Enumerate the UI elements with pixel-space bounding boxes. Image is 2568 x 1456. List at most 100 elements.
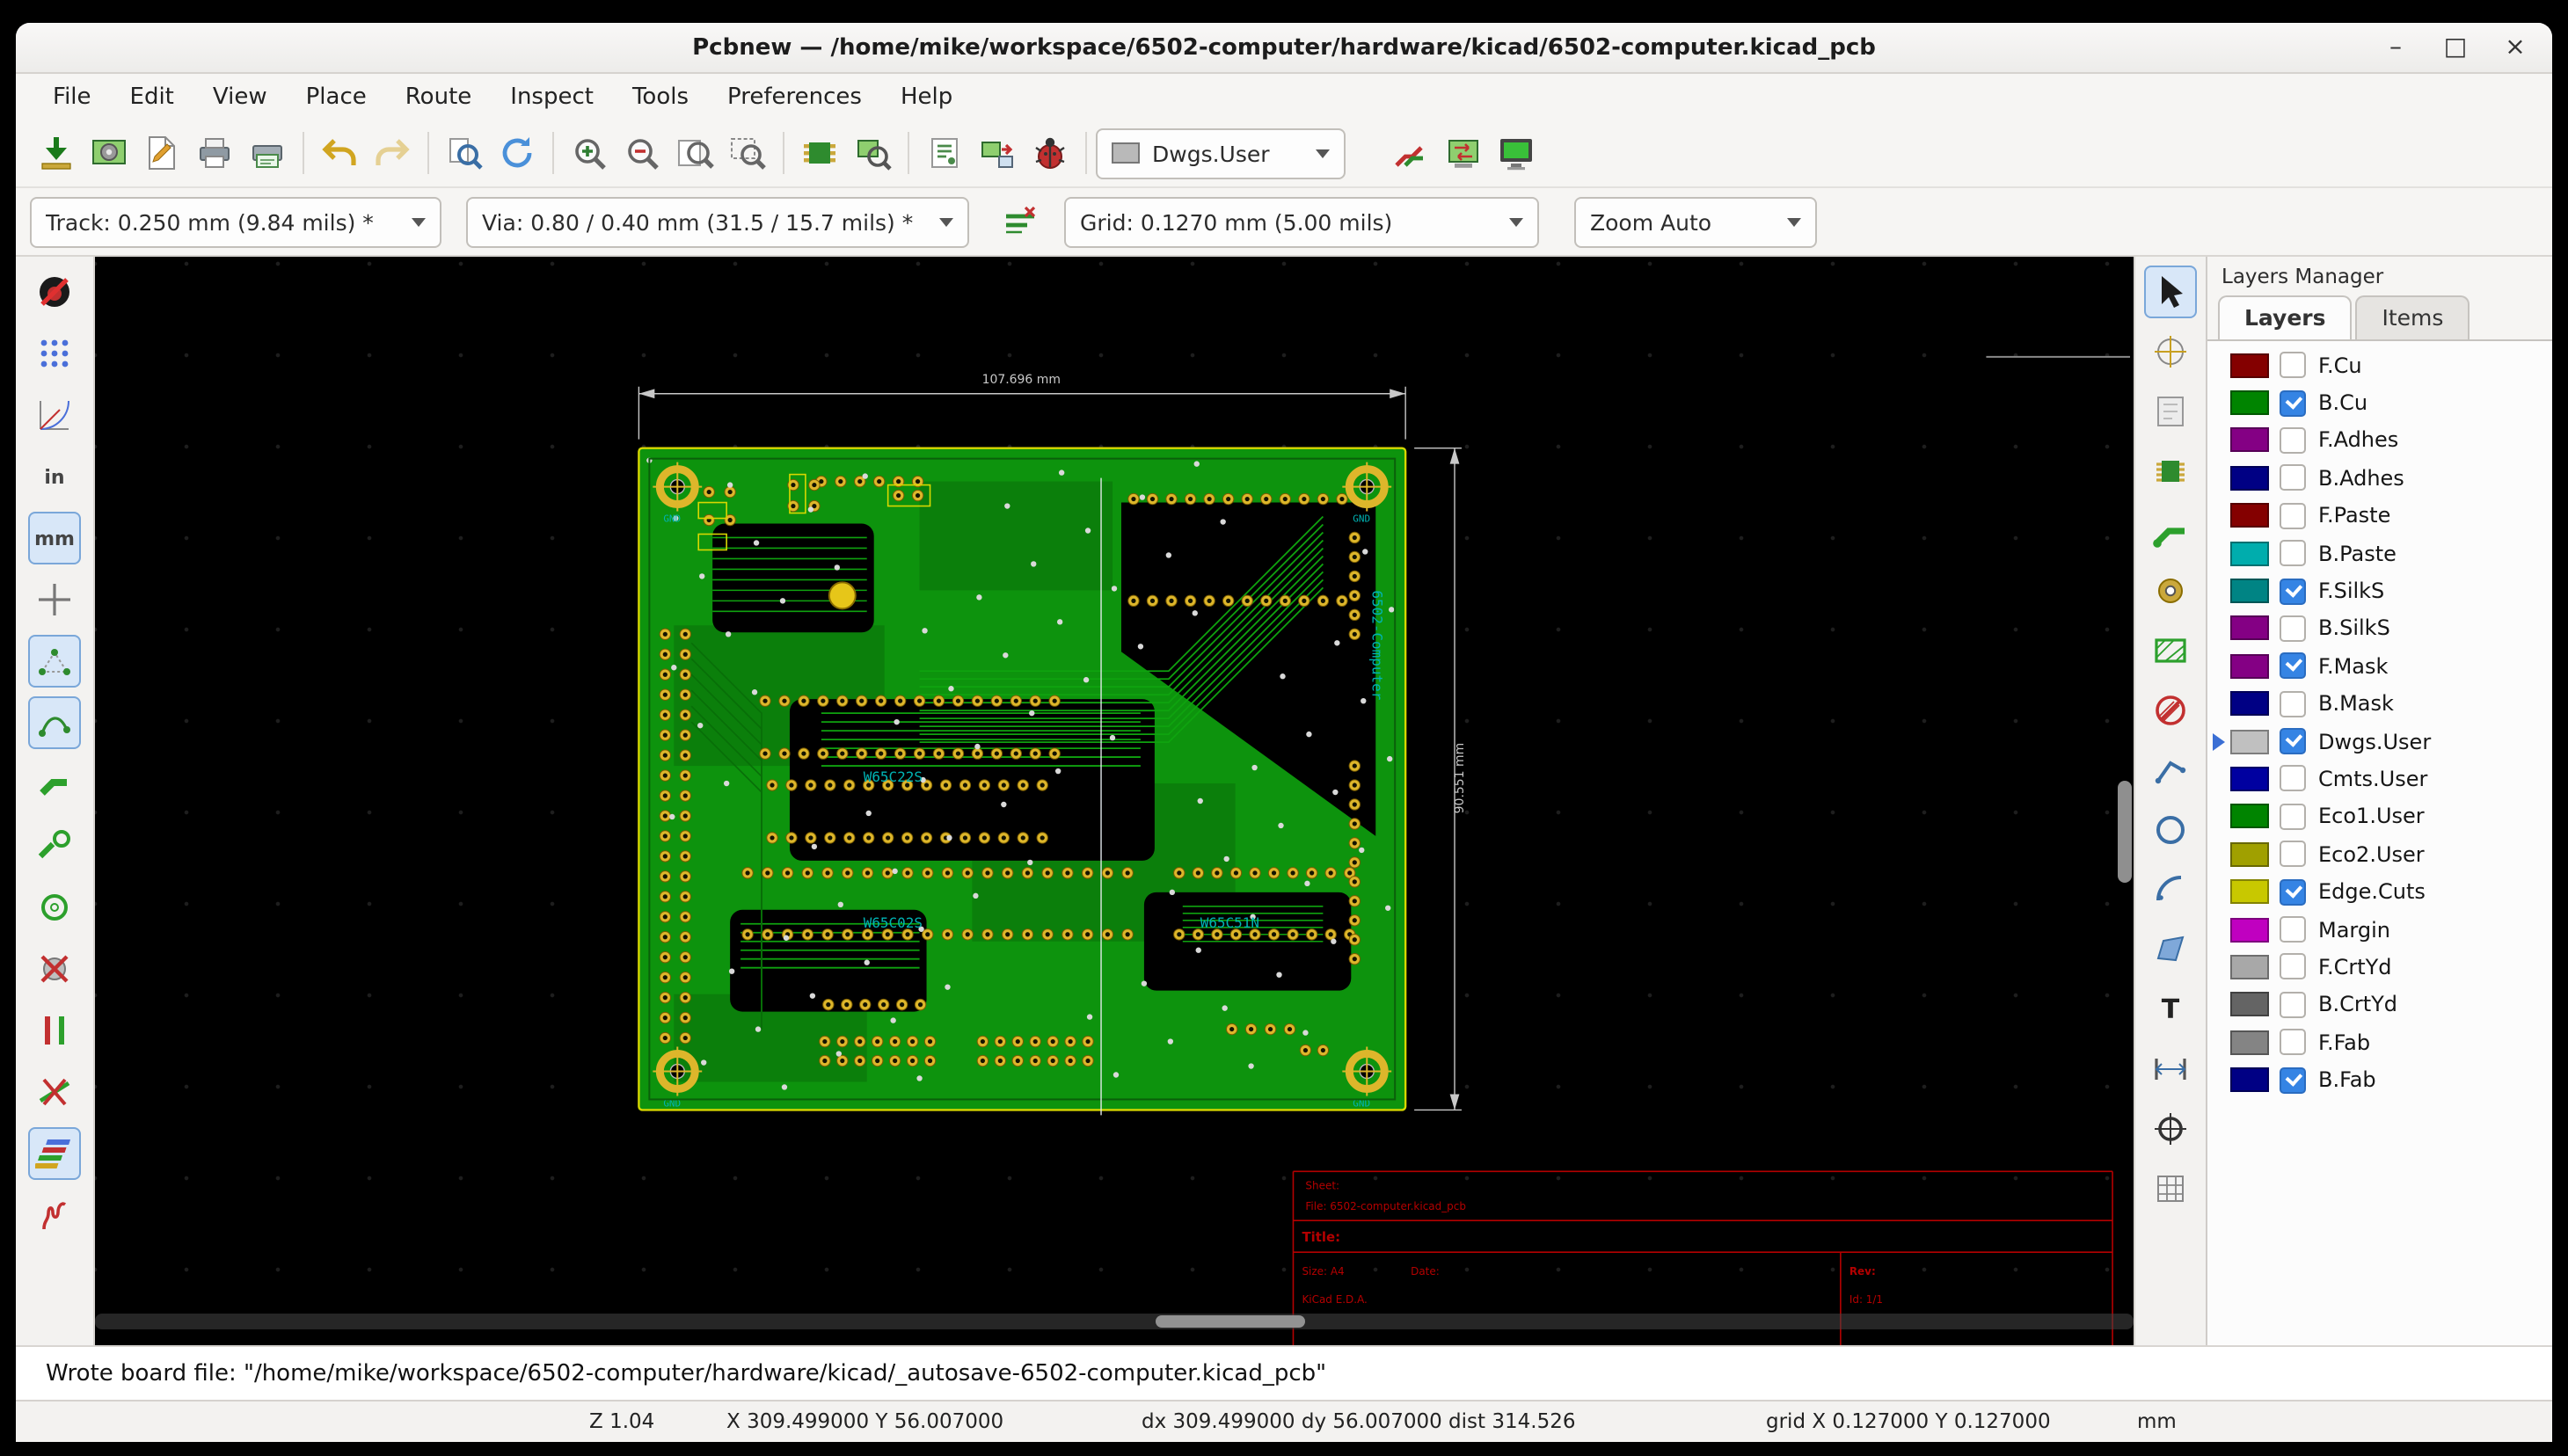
- menu-tools[interactable]: Tools: [613, 78, 708, 115]
- layer-color-swatch[interactable]: [2230, 955, 2269, 979]
- zoom-select[interactable]: Zoom Auto: [1574, 196, 1817, 247]
- sketch-pads-icon[interactable]: [28, 881, 81, 934]
- vertical-scrollbar-thumb[interactable]: [2118, 781, 2132, 883]
- layer-visibility-checkbox[interactable]: [2280, 1067, 2306, 1093]
- layer-row-Dwgs.User[interactable]: Dwgs.User: [2207, 723, 2552, 761]
- zone-outline-icon[interactable]: [28, 819, 81, 872]
- layer-color-swatch[interactable]: [2230, 917, 2269, 942]
- add-zone-icon[interactable]: [2144, 624, 2197, 677]
- title-bar[interactable]: Pcbnew — /home/mike/workspace/6502-compu…: [16, 23, 2552, 74]
- menu-inspect[interactable]: Inspect: [491, 78, 613, 115]
- layer-row-Cmts.User[interactable]: Cmts.User: [2207, 761, 2552, 798]
- local-ratsnest-icon[interactable]: [2144, 385, 2197, 438]
- netlist-icon[interactable]: [918, 127, 971, 179]
- layer-color-swatch[interactable]: [2230, 616, 2269, 641]
- layer-row-F.Mask[interactable]: F.Mask: [2207, 647, 2552, 685]
- layer-visibility-checkbox[interactable]: [2280, 653, 2306, 680]
- layer-color-swatch[interactable]: [2230, 541, 2269, 565]
- layer-visibility-checkbox[interactable]: [2280, 427, 2306, 454]
- layer-color-swatch[interactable]: [2230, 353, 2269, 377]
- layer-visibility-checkbox[interactable]: [2280, 578, 2306, 604]
- layer-row-B.Mask[interactable]: B.Mask: [2207, 685, 2552, 723]
- layer-visibility-checkbox[interactable]: [2280, 728, 2306, 754]
- route-tracks-icon[interactable]: [2144, 505, 2197, 557]
- measure-tool-icon[interactable]: [2144, 1162, 2197, 1215]
- layer-row-B.Cu[interactable]: B.Cu: [2207, 384, 2552, 422]
- add-footprint-icon[interactable]: [2144, 445, 2197, 498]
- zoom-selection-icon[interactable]: [721, 127, 774, 179]
- show-ratsnest-icon[interactable]: [28, 635, 81, 688]
- cut-tracks-icon[interactable]: [28, 1066, 81, 1118]
- menu-file[interactable]: File: [33, 78, 111, 115]
- highlight-net-icon[interactable]: [2144, 325, 2197, 378]
- vertical-scrollbar[interactable]: [2118, 257, 2132, 1307]
- layer-visibility-checkbox[interactable]: [2280, 352, 2306, 378]
- sketch-vias-icon[interactable]: [28, 943, 81, 995]
- layer-color-swatch[interactable]: [2230, 691, 2269, 716]
- layer-visibility-checkbox[interactable]: [2280, 954, 2306, 980]
- zoom-in-icon[interactable]: [563, 127, 616, 179]
- layer-visibility-checkbox[interactable]: [2280, 1029, 2306, 1055]
- layer-color-swatch[interactable]: [2230, 428, 2269, 453]
- layer-color-swatch[interactable]: [2230, 1067, 2269, 1092]
- add-graphic-line-icon[interactable]: [2144, 744, 2197, 797]
- layer-visibility-checkbox[interactable]: [2280, 916, 2306, 943]
- layer-visibility-checkbox[interactable]: [2280, 992, 2306, 1018]
- update-pcb-icon[interactable]: [971, 127, 1024, 179]
- save-icon[interactable]: [30, 127, 83, 179]
- units-inches-icon[interactable]: in: [28, 450, 81, 503]
- close-button[interactable]: ×: [2499, 33, 2531, 62]
- swap-layers-icon[interactable]: [1437, 127, 1490, 179]
- layer-visibility-checkbox[interactable]: [2280, 389, 2306, 416]
- zoom-out-icon[interactable]: [616, 127, 668, 179]
- footprint-mode-icon[interactable]: [793, 127, 846, 179]
- horizontal-scrollbar-thumb[interactable]: [1156, 1315, 1305, 1328]
- place-origin-icon[interactable]: [2144, 1103, 2197, 1155]
- toggle-drc-off-icon[interactable]: [28, 266, 81, 318]
- microwave-tools-icon[interactable]: [1384, 127, 1437, 179]
- layer-color-swatch[interactable]: [2230, 729, 2269, 753]
- layer-row-Edge.Cuts[interactable]: Edge.Cuts: [2207, 873, 2552, 911]
- layer-row-Eco2.User[interactable]: Eco2.User: [2207, 835, 2552, 873]
- layer-row-B.CrtYd[interactable]: B.CrtYd: [2207, 986, 2552, 1023]
- layer-color-swatch[interactable]: [2230, 390, 2269, 415]
- tab-layers[interactable]: Layers: [2218, 295, 2353, 339]
- add-keepout-icon[interactable]: [2144, 684, 2197, 737]
- via-size-select[interactable]: Via: 0.80 / 0.40 mm (31.5 / 15.7 mils) *: [466, 196, 969, 247]
- layer-color-swatch[interactable]: [2230, 879, 2269, 904]
- horizontal-scrollbar[interactable]: [95, 1314, 2134, 1329]
- add-text-icon[interactable]: T: [2144, 983, 2197, 1036]
- find-footprint-icon[interactable]: [846, 127, 899, 179]
- add-dimension-icon[interactable]: [2144, 1043, 2197, 1096]
- layer-visibility-checkbox[interactable]: [2280, 841, 2306, 868]
- menu-route[interactable]: Route: [386, 78, 492, 115]
- layer-visibility-checkbox[interactable]: [2280, 465, 2306, 491]
- layer-color-swatch[interactable]: [2230, 579, 2269, 603]
- layer-visibility-checkbox[interactable]: [2280, 766, 2306, 792]
- select-tool-icon[interactable]: [2144, 266, 2197, 318]
- layer-row-F.Paste[interactable]: F.Paste: [2207, 497, 2552, 535]
- add-via-icon[interactable]: [2144, 564, 2197, 617]
- sketch-tracks-icon[interactable]: [28, 1004, 81, 1057]
- layer-visibility-checkbox[interactable]: [2280, 615, 2306, 642]
- tab-items[interactable]: Items: [2356, 295, 2470, 339]
- menu-place[interactable]: Place: [287, 78, 386, 115]
- drc-icon[interactable]: [1024, 127, 1076, 179]
- layer-color-swatch[interactable]: [2230, 1030, 2269, 1054]
- 3d-viewer-icon[interactable]: [1490, 127, 1543, 179]
- menu-edit[interactable]: Edit: [111, 78, 193, 115]
- layer-visibility-checkbox[interactable]: [2280, 540, 2306, 566]
- polar-coordinates-icon[interactable]: [28, 389, 81, 441]
- layer-visibility-checkbox[interactable]: [2280, 690, 2306, 717]
- menu-preferences[interactable]: Preferences: [708, 78, 881, 115]
- cursor-shape-icon[interactable]: [28, 573, 81, 626]
- layer-row-B.Paste[interactable]: B.Paste: [2207, 535, 2552, 572]
- track-width-select[interactable]: Track: 0.250 mm (9.84 mils) *: [30, 196, 441, 247]
- menu-help[interactable]: Help: [881, 78, 972, 115]
- page-settings-icon[interactable]: [135, 127, 188, 179]
- add-graphic-arc-icon[interactable]: [2144, 863, 2197, 916]
- auto-track-width-icon[interactable]: [994, 195, 1047, 248]
- layers-manager-toggle-icon[interactable]: [28, 1127, 81, 1180]
- layer-visibility-checkbox[interactable]: [2280, 804, 2306, 830]
- print-icon[interactable]: [188, 127, 241, 179]
